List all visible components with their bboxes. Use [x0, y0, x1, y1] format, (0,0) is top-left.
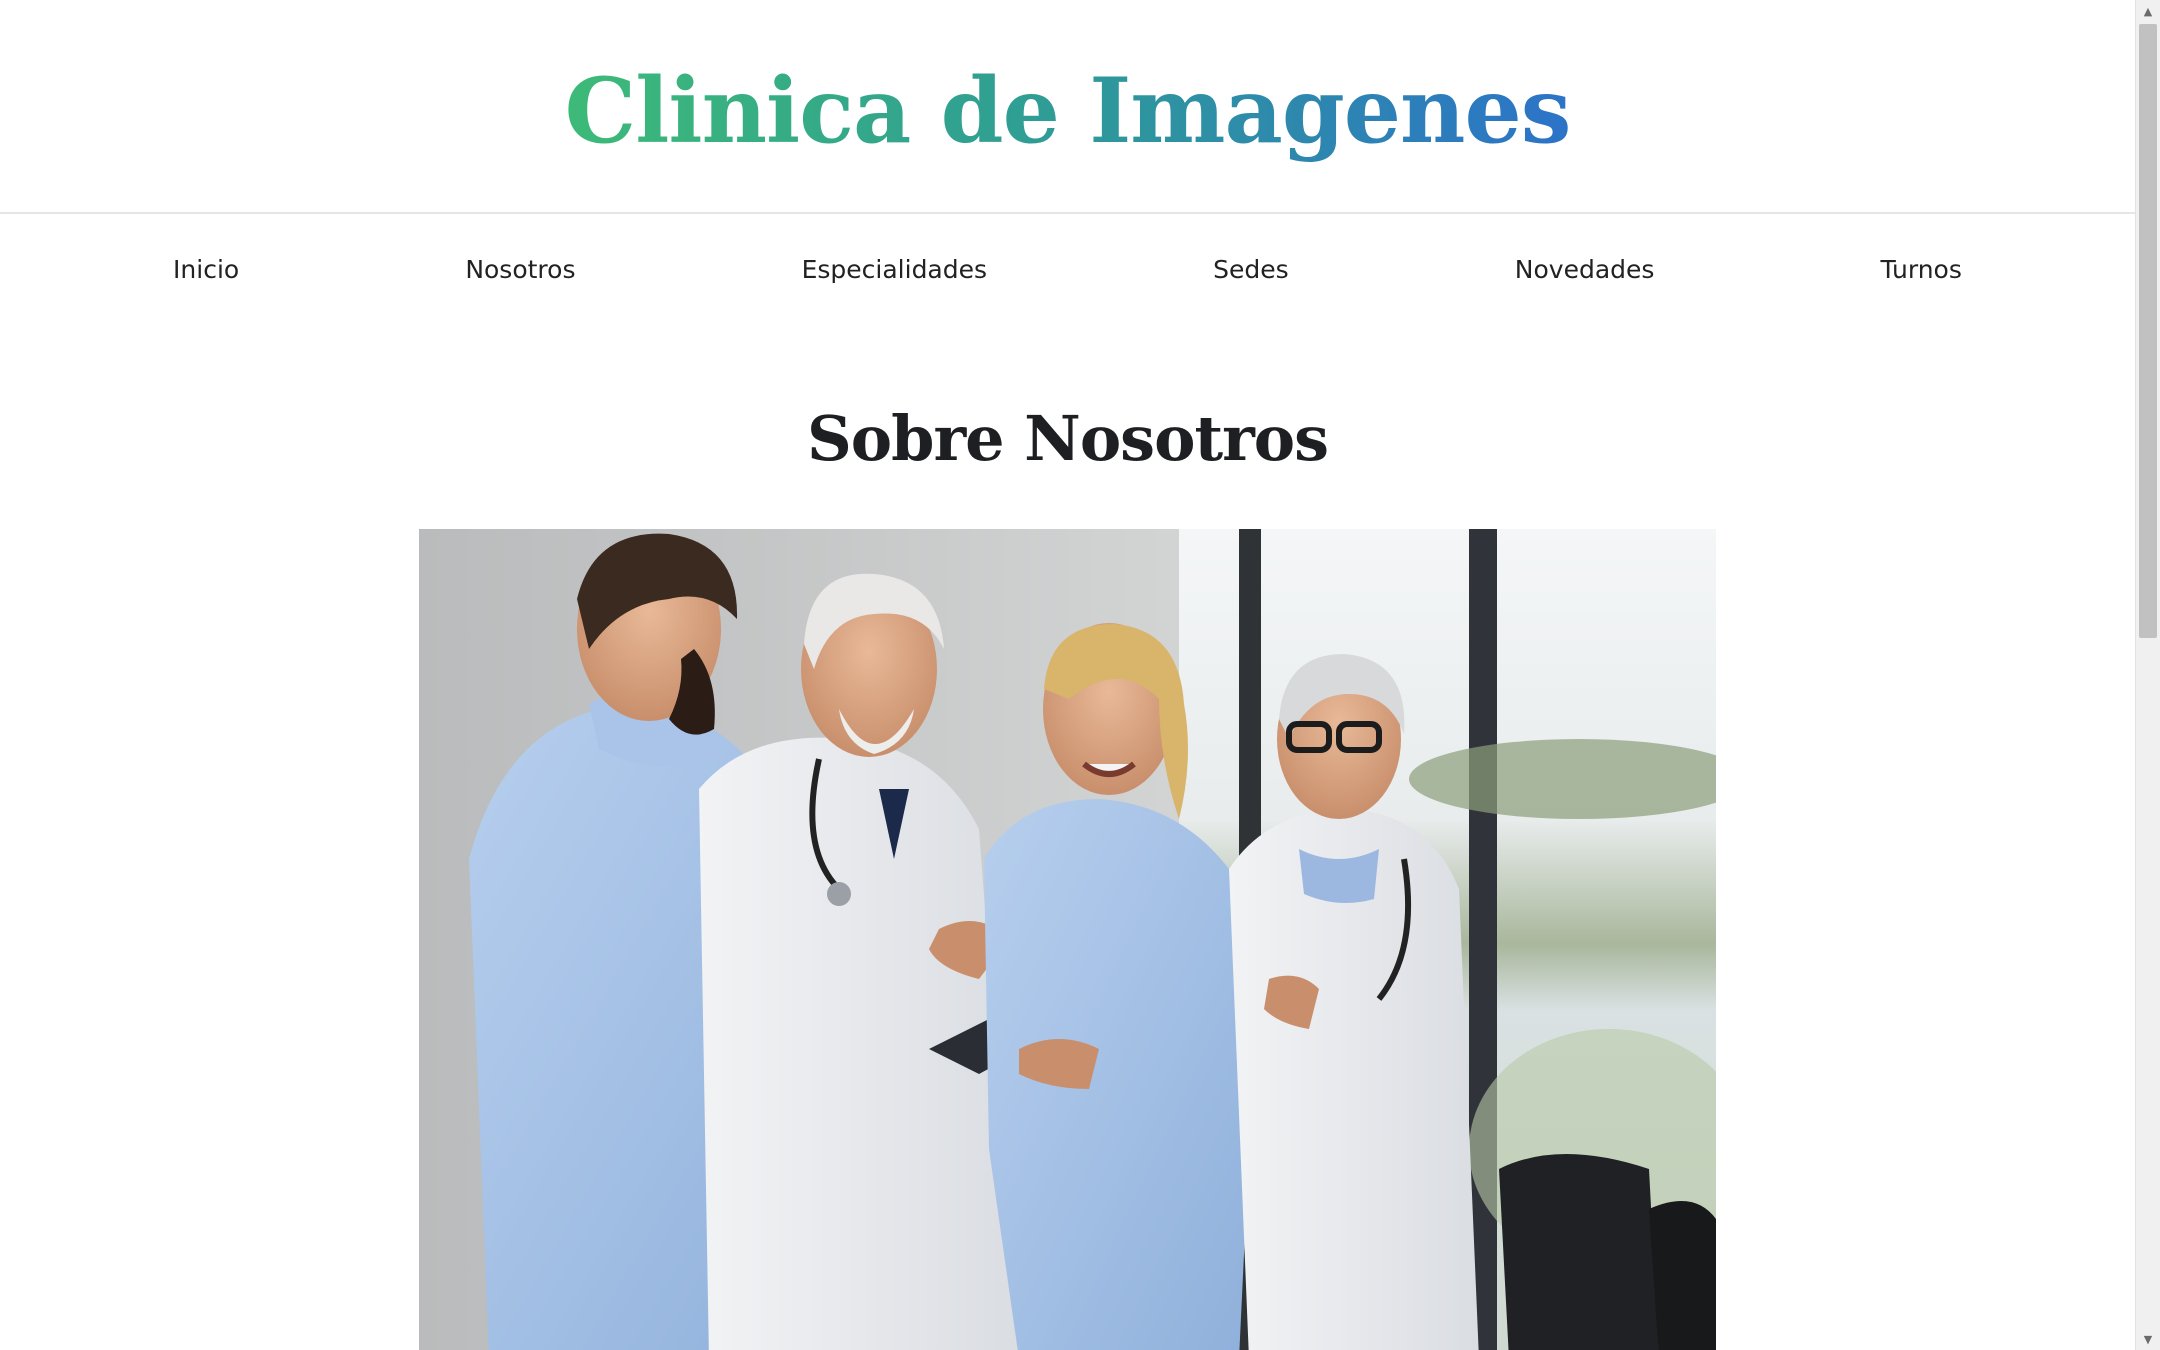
chair: [1499, 1154, 1659, 1350]
nav-item-novedades[interactable]: Novedades: [1515, 255, 1655, 284]
vertical-scrollbar[interactable]: ▲ ▼: [2135, 0, 2160, 1350]
team-photo-illustration: [419, 529, 1716, 1350]
scroll-down-arrow-icon[interactable]: ▼: [2136, 1328, 2160, 1350]
nav-item-turnos[interactable]: Turnos: [1881, 255, 1962, 284]
nav-item-nosotros[interactable]: Nosotros: [465, 255, 575, 284]
main-navigation: Inicio Nosotros Especialidades Sedes Nov…: [0, 214, 2135, 324]
stethoscope: [827, 882, 851, 906]
scrollbar-thumb[interactable]: [2139, 24, 2157, 638]
scroll-up-arrow-icon[interactable]: ▲: [2136, 0, 2160, 22]
section-title: Sobre Nosotros: [806, 402, 1329, 475]
nav-item-inicio[interactable]: Inicio: [173, 255, 239, 284]
team-photo: [419, 529, 1716, 1350]
page: Clinica de Imagenes Inicio Nosotros Espe…: [0, 0, 2160, 1350]
chair: [1649, 1201, 1716, 1350]
nav-item-especialidades[interactable]: Especialidades: [802, 255, 987, 284]
smile: [1082, 761, 1136, 777]
nav-item-sedes[interactable]: Sedes: [1213, 255, 1289, 284]
site-title[interactable]: Clinica de Imagenes: [565, 48, 1572, 164]
site-header: Clinica de Imagenes: [0, 0, 2135, 214]
page-content: Clinica de Imagenes Inicio Nosotros Espe…: [0, 0, 2135, 1350]
